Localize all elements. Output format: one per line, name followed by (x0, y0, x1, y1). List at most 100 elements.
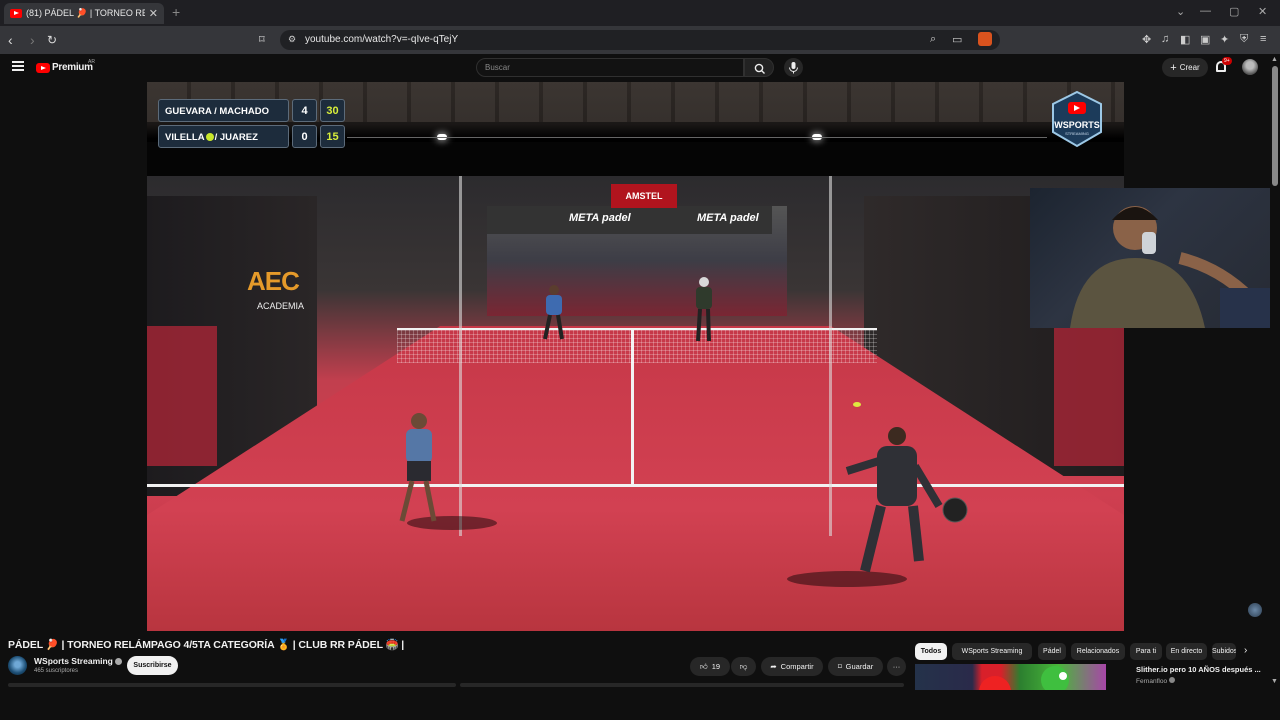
minimize-button[interactable]: — (1200, 5, 1211, 17)
tab-search-icon[interactable]: ⌄ (1176, 5, 1185, 18)
url-field[interactable]: ⚙ youtube.com/watch?v=-qIve-qTejY ⌕ ▭ (280, 30, 1000, 50)
microphone-icon (789, 62, 798, 74)
save-playlist-icon: ⌑ (837, 662, 842, 671)
more-actions-button[interactable]: ··· (887, 657, 906, 676)
video-title: PÁDEL 🏓 | TORNEO RELÁMPAGO 4/5TA CATEGOR… (8, 639, 405, 651)
player-near-left (399, 413, 437, 522)
notifications-badge: 9+ (1222, 57, 1232, 65)
academy-wall-logo: AEC (247, 266, 300, 296)
youtube-logo-icon[interactable] (36, 63, 50, 73)
banner-brand-left: META padel (569, 212, 631, 224)
like-button[interactable]: 👍︎ 19 (690, 657, 730, 676)
cast-icon[interactable]: ▭ (952, 33, 962, 46)
like-count: 19 (711, 662, 721, 671)
plus-icon: + (1170, 61, 1177, 74)
music-icon[interactable]: ♫ (1161, 33, 1169, 45)
team-1-name: GUEVARA / MACHADO (158, 99, 289, 122)
team-2-points: 15 (320, 125, 345, 148)
voice-search-button[interactable] (784, 58, 803, 77)
tab-title: (81) PÁDEL 🏓 | TORNEO REL (26, 8, 145, 18)
maximize-button[interactable]: ▢ (1229, 5, 1239, 18)
verified-badge-icon (1168, 677, 1175, 683)
subscribe-button[interactable]: Suscribirse (127, 656, 178, 675)
bookmark-icon[interactable]: ⌑ (259, 33, 265, 46)
chevron-right-icon[interactable]: › (1244, 645, 1247, 656)
save-button[interactable]: ⌑ Guardar (828, 657, 883, 676)
player-far-left (543, 285, 564, 340)
scroll-up-arrow-icon[interactable]: ▲ (1271, 56, 1278, 63)
channel-name[interactable]: WSports Streaming (34, 656, 122, 666)
search-input[interactable]: Buscar (476, 58, 744, 77)
leo-ai-icon[interactable]: ✦ (1220, 33, 1229, 46)
scrollbar-thumb[interactable] (1272, 66, 1278, 186)
team-2-player-b: / JUAREZ (214, 132, 258, 143)
recommended-video-thumbnail[interactable] (915, 664, 1106, 690)
subscriber-count: 465 suscriptores (34, 668, 79, 674)
zoom-icon[interactable]: ⌕ (930, 33, 936, 46)
serving-ball-icon (205, 133, 214, 141)
chip-wsports-streaming[interactable]: WSports Streaming (952, 643, 1032, 660)
channel-avatar[interactable] (8, 656, 27, 675)
team-2-games: 0 (292, 125, 317, 148)
chip-padel[interactable]: Pádel (1038, 643, 1066, 660)
chip-all[interactable]: Todos (915, 643, 947, 660)
vpn-shield-icon[interactable]: ⛨ (1240, 33, 1248, 46)
create-button[interactable]: + Crear (1162, 58, 1208, 77)
right-glass-reflection (1054, 326, 1124, 466)
browser-tab[interactable]: (81) PÁDEL 🏓 | TORNEO REL ✕ (4, 3, 164, 24)
padel-ball (853, 402, 861, 407)
wsports-logo-subtext: STREAMING (1065, 131, 1089, 136)
browser-tab-bar: (81) PÁDEL 🏓 | TORNEO REL ✕ + ⌄ — ▢ ✕ (0, 0, 1280, 26)
brave-shield-icon[interactable] (978, 32, 992, 46)
back-icon[interactable]: ‹ (8, 32, 13, 48)
thumbs-down-icon: 👎︎ (739, 661, 748, 671)
recommended-channel-name: Fernanfloo (1136, 678, 1168, 685)
youtube-header: Premium AR Buscar + Crear 9+ (0, 54, 1280, 82)
region-code: AR (88, 59, 95, 65)
reload-icon[interactable]: ↻ (47, 33, 57, 47)
hamburger-menu-icon[interactable] (12, 61, 24, 71)
recommended-video-title[interactable]: Slither.io pero 10 AÑOS después ... (1136, 665, 1261, 674)
share-arrow-icon: ➦ (770, 662, 777, 671)
search-placeholder: Buscar (485, 63, 510, 72)
chip-uploaded[interactable]: Subidos (1212, 643, 1236, 660)
glass-panel-post (829, 176, 832, 536)
floating-avatar-icon[interactable] (1248, 603, 1262, 617)
recommended-channel[interactable]: Fernanfloo (1136, 677, 1175, 685)
chip-related[interactable]: Relacionados (1071, 643, 1125, 660)
streamer-webcam (1030, 188, 1280, 328)
team-2-player-a: VILELLA (165, 132, 205, 143)
youtube-premium-brand[interactable]: Premium (52, 62, 93, 73)
account-avatar[interactable] (1242, 59, 1258, 75)
glass-panel-post (459, 176, 462, 536)
verified-badge-icon (114, 658, 122, 665)
tab-close-icon[interactable]: ✕ (149, 7, 158, 20)
wallet-icon[interactable]: ▣ (1200, 33, 1210, 46)
video-player[interactable]: AEC ACADEMIA META padel META padel AMSTE… (147, 82, 1124, 631)
chip-live[interactable]: En directo (1166, 643, 1207, 660)
site-info-icon[interactable]: ⚙ (288, 34, 296, 45)
sidebar-toggle-icon[interactable]: ◧ (1180, 33, 1190, 46)
more-dots-icon: ··· (892, 662, 901, 671)
browser-menu-icon[interactable]: ≡ (1260, 33, 1266, 45)
thumbnail-art (979, 666, 1069, 690)
wsports-logo-icon: WSPORTS STREAMING (1050, 90, 1104, 148)
youtube-favicon-icon (10, 9, 22, 18)
address-bar-row: ‹ › ↻ ⌑ ⚙ youtube.com/watch?v=-qIve-qTej… (0, 26, 1280, 54)
forward-icon[interactable]: › (30, 32, 35, 48)
search-button[interactable] (744, 58, 774, 77)
scroll-down-arrow-icon[interactable]: ▼ (1271, 678, 1278, 685)
save-label: Guardar (845, 662, 874, 671)
dislike-button[interactable]: 👎︎ (731, 657, 756, 676)
close-window-button[interactable]: ✕ (1258, 5, 1267, 18)
description-box-edge (8, 683, 456, 687)
new-tab-button[interactable]: + (172, 4, 180, 20)
sponsor-sign: AMSTEL (611, 184, 677, 208)
share-button[interactable]: ➦ Compartir (761, 657, 823, 676)
team-2-name: VILELLA / JUAREZ (158, 125, 289, 148)
team-1-games: 4 (292, 99, 317, 122)
wsports-logo-text: WSPORTS (1054, 120, 1100, 130)
extensions-icon[interactable]: ✥ (1142, 33, 1151, 46)
channel-name-text[interactable]: WSports Streaming (34, 656, 113, 666)
chip-for-you[interactable]: Para ti (1130, 643, 1162, 660)
